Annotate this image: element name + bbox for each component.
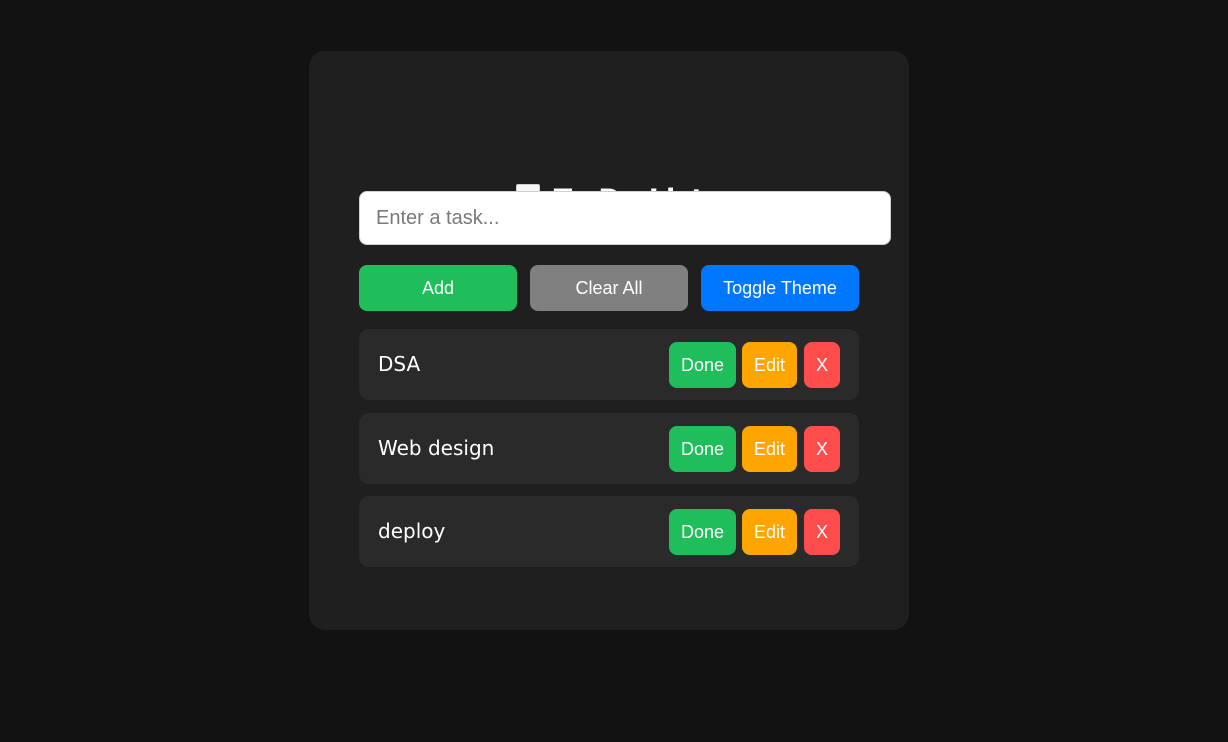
task-text: DSA bbox=[378, 352, 421, 376]
toggle-theme-button[interactable]: Toggle Theme bbox=[701, 265, 859, 311]
clear-all-button[interactable]: Clear All bbox=[530, 265, 688, 311]
task-text: deploy bbox=[378, 519, 446, 543]
task-row: DSA Done Edit X bbox=[359, 329, 859, 400]
add-button[interactable]: Add bbox=[359, 265, 517, 311]
done-button[interactable]: Done bbox=[669, 342, 736, 388]
edit-button[interactable]: Edit bbox=[742, 426, 797, 472]
delete-button[interactable]: X bbox=[804, 342, 840, 388]
task-input[interactable] bbox=[359, 191, 891, 245]
task-row: Web design Done Edit X bbox=[359, 413, 859, 484]
done-button[interactable]: Done bbox=[669, 509, 736, 555]
delete-button[interactable]: X bbox=[804, 426, 840, 472]
delete-button[interactable]: X bbox=[804, 509, 840, 555]
edit-button[interactable]: Edit bbox=[742, 342, 797, 388]
task-row: deploy Done Edit X bbox=[359, 496, 859, 567]
edit-button[interactable]: Edit bbox=[742, 509, 797, 555]
done-button[interactable]: Done bbox=[669, 426, 736, 472]
task-text: Web design bbox=[378, 436, 495, 460]
